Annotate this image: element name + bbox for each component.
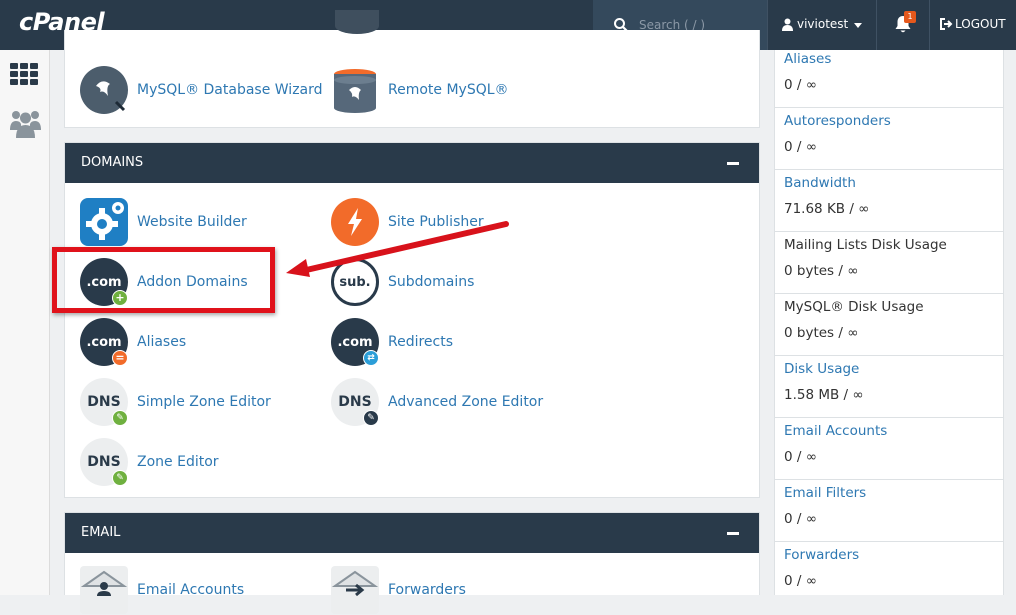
annotation-arrow-icon: [286, 221, 509, 277]
stat-value: 0 / ∞: [784, 573, 817, 589]
simple-zone-editor-icon: DNS ✎: [80, 378, 128, 426]
grid-icon[interactable]: [10, 63, 39, 85]
domains-panel-header[interactable]: DOMAINS: [65, 143, 759, 183]
notifications-button[interactable]: 1: [876, 0, 930, 50]
databases-panel: MySQL® Database Wizard Remote MySQL®: [64, 10, 760, 128]
stat-name[interactable]: Forwarders: [784, 547, 859, 563]
username-label: viviotest: [797, 17, 849, 31]
icon-badge-text: .com: [86, 334, 122, 350]
stat-name[interactable]: Bandwidth: [784, 175, 856, 191]
stat-value: 0 / ∞: [784, 511, 817, 527]
database-icon-fragment: [335, 10, 379, 34]
user-icon: [782, 18, 793, 31]
stats-sidebar: Aliases 0 / ∞ Autoresponders 0 / ∞ Bandw…: [774, 50, 1004, 595]
stat-name: MySQL® Disk Usage: [784, 299, 924, 315]
stat-name[interactable]: Email Accounts: [784, 423, 887, 439]
app-label: Advanced Zone Editor: [388, 394, 544, 410]
app-email-accounts[interactable]: Email Accounts: [80, 565, 244, 615]
app-label: Zone Editor: [137, 454, 219, 470]
app-label: Aliases: [137, 334, 187, 350]
stat-name[interactable]: Aliases: [784, 51, 831, 67]
app-advanced-zone-editor[interactable]: DNS ✎ Advanced Zone Editor: [331, 377, 543, 427]
redirect-arrows-icon: ⇄: [363, 350, 379, 366]
stat-mysql-disk-usage: MySQL® Disk Usage 0 bytes / ∞: [775, 294, 1003, 356]
app-label: Forwarders: [388, 582, 466, 598]
aliases-icon: .com =: [80, 318, 128, 366]
stat-name[interactable]: Email Filters: [784, 485, 866, 501]
stat-value: 1.58 MB / ∞: [784, 387, 864, 403]
mysql-wizard-icon: [80, 66, 128, 114]
logout-label: LOGOUT: [955, 17, 1006, 31]
stat-email-filters: Email Filters 0 / ∞: [775, 480, 1003, 542]
collapse-icon[interactable]: [727, 532, 739, 535]
stat-value: 0 / ∞: [784, 77, 817, 93]
app-label: Remote MySQL®: [388, 82, 509, 98]
email-accounts-icon: [80, 566, 128, 614]
highlight-box: [52, 247, 275, 313]
stat-mailing-lists-disk-usage: Mailing Lists Disk Usage 0 bytes / ∞: [775, 232, 1003, 294]
remote-mysql-icon: [331, 66, 379, 114]
collapse-icon[interactable]: [727, 162, 739, 165]
icon-badge-text: .com: [337, 334, 373, 350]
icon-badge-text: DNS: [87, 394, 121, 410]
stat-value: 71.68 KB / ∞: [784, 201, 870, 217]
stat-value: 0 / ∞: [784, 449, 817, 465]
stat-value: 0 bytes / ∞: [784, 263, 859, 279]
left-sidebar: [0, 50, 50, 595]
app-label: Email Accounts: [137, 582, 245, 598]
stat-name[interactable]: Autoresponders: [784, 113, 891, 129]
stat-email-accounts: Email Accounts 0 / ∞: [775, 418, 1003, 480]
stat-disk-usage: Disk Usage 1.58 MB / ∞: [775, 356, 1003, 418]
pencil-icon: ✎: [112, 470, 128, 486]
domains-panel: DOMAINS Website Builder Site Publisher .…: [64, 142, 760, 498]
panel-title: EMAIL: [81, 525, 121, 540]
logout-button[interactable]: LOGOUT: [940, 17, 1006, 31]
stat-bandwidth: Bandwidth 71.68 KB / ∞: [775, 170, 1003, 232]
user-menu[interactable]: viviotest: [767, 0, 877, 50]
forwarders-icon: [331, 566, 379, 614]
redirects-icon: .com ⇄: [331, 318, 379, 366]
app-label: Redirects: [388, 334, 454, 350]
app-forwarders[interactable]: Forwarders: [331, 565, 466, 615]
app-label: MySQL® Database Wizard: [137, 82, 323, 98]
app-simple-zone-editor[interactable]: DNS ✎ Simple Zone Editor: [80, 377, 271, 427]
pencil-icon: ✎: [363, 410, 379, 426]
website-builder-icon: [80, 198, 128, 246]
equals-icon: =: [112, 350, 128, 366]
stat-value: 0 bytes / ∞: [784, 325, 859, 341]
icon-badge-text: DNS: [87, 454, 121, 470]
email-panel-header[interactable]: EMAIL: [65, 513, 759, 553]
app-aliases[interactable]: .com = Aliases: [80, 317, 186, 367]
app-remote-mysql[interactable]: Remote MySQL®: [331, 65, 509, 115]
panel-title: DOMAINS: [81, 155, 144, 170]
app-label: Website Builder: [137, 214, 247, 230]
stat-aliases: Aliases 0 / ∞: [775, 46, 1003, 108]
stat-value: 0 / ∞: [784, 139, 817, 155]
app-mysql-database-wizard[interactable]: MySQL® Database Wizard: [80, 65, 323, 115]
icon-badge-text: DNS: [338, 394, 372, 410]
app-label: Simple Zone Editor: [137, 394, 271, 410]
stat-name: Mailing Lists Disk Usage: [784, 237, 947, 253]
stat-name[interactable]: Disk Usage: [784, 361, 859, 377]
notification-badge: 1: [904, 11, 916, 23]
advanced-zone-editor-icon: DNS ✎: [331, 378, 379, 426]
email-panel: EMAIL Email Accounts Forwarders: [64, 512, 760, 614]
pencil-icon: ✎: [112, 410, 128, 426]
chevron-down-icon: [854, 23, 862, 28]
logout-icon: [940, 18, 953, 30]
stat-autoresponders: Autoresponders 0 / ∞: [775, 108, 1003, 170]
app-website-builder[interactable]: Website Builder: [80, 197, 247, 247]
app-zone-editor[interactable]: DNS ✎ Zone Editor: [80, 437, 219, 487]
zone-editor-icon: DNS ✎: [80, 438, 128, 486]
app-redirects[interactable]: .com ⇄ Redirects: [331, 317, 453, 367]
users-icon[interactable]: [10, 108, 41, 138]
